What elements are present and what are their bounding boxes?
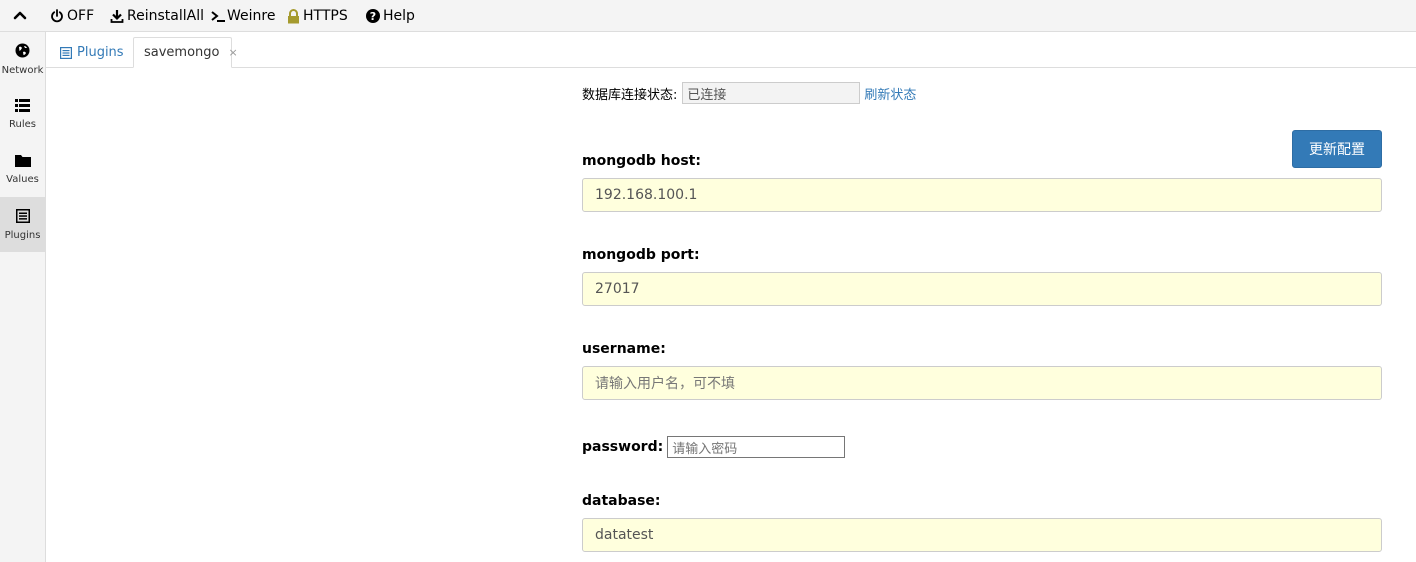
username-label: username:	[582, 341, 666, 357]
connection-status-label: 数据库连接状态:	[582, 87, 678, 103]
refresh-status-link[interactable]: 刷新状态	[864, 84, 916, 103]
update-config-button[interactable]: 更新配置	[1292, 130, 1382, 168]
sidebar-item-values[interactable]: Values	[0, 142, 45, 197]
weinre-label: Weinre	[227, 8, 276, 24]
https-label: HTTPS	[303, 8, 348, 24]
reinstall-all-button[interactable]: ReinstallAll	[110, 0, 204, 32]
lock-icon	[287, 8, 300, 24]
help-button[interactable]: ? Help	[366, 0, 415, 32]
host-label: mongodb host:	[582, 153, 701, 169]
sidebar-item-label: Rules	[9, 119, 36, 130]
tab-label: Plugins	[77, 45, 124, 60]
port-input[interactable]: 27017	[582, 272, 1382, 306]
power-icon	[50, 9, 64, 23]
connection-status-row: 数据库连接状态: 已连接 刷新状态	[582, 82, 916, 104]
tab-bar: Plugins savemongo ×	[46, 32, 1416, 68]
top-menubar: OFF ReinstallAll Weinre HTTPS ? Help	[0, 0, 1416, 32]
download-icon	[110, 9, 124, 23]
tab-plugins[interactable]: Plugins	[52, 37, 132, 68]
globe-icon	[15, 43, 30, 62]
connection-status-field: 已连接	[682, 82, 861, 104]
list-icon	[15, 99, 30, 116]
question-circle-icon: ?	[366, 9, 380, 23]
reinstall-all-label: ReinstallAll	[127, 8, 204, 24]
sidebar-item-rules[interactable]: Rules	[0, 87, 45, 142]
sidebar-item-network[interactable]: Network	[0, 32, 45, 87]
help-label: Help	[383, 8, 415, 24]
password-row: password: 请输入密码	[582, 436, 846, 458]
svg-text:?: ?	[370, 10, 376, 23]
close-icon[interactable]: ×	[229, 46, 238, 59]
tab-label: savemongo	[144, 45, 220, 60]
sidebar-item-label: Values	[6, 174, 39, 185]
database-label: database:	[582, 493, 661, 509]
left-sidebar: Network Rules Values Plugins	[0, 32, 46, 562]
password-input[interactable]: 请输入密码	[667, 436, 846, 458]
tab-savemongo[interactable]: savemongo ×	[133, 37, 238, 68]
terminal-icon	[211, 9, 225, 23]
weinre-button[interactable]: Weinre	[211, 0, 275, 32]
password-label: password:	[582, 439, 664, 455]
port-label: mongodb port:	[582, 247, 700, 263]
list-alt-icon	[15, 208, 30, 227]
sidebar-item-plugins[interactable]: Plugins	[0, 197, 45, 252]
folder-icon	[14, 154, 31, 171]
sidebar-item-label: Plugins	[4, 229, 41, 241]
collapse-menu-button[interactable]	[0, 0, 40, 32]
host-input[interactable]: 192.168.100.1	[582, 178, 1382, 212]
power-off-label: OFF	[67, 8, 95, 24]
chevron-up-icon	[13, 8, 27, 24]
sidebar-item-label: Network	[1, 65, 44, 76]
username-input[interactable]: 请输入用户名，可不填	[582, 366, 1382, 400]
list-alt-icon	[60, 46, 72, 59]
database-input[interactable]: datatest	[582, 518, 1382, 552]
https-button[interactable]: HTTPS	[287, 0, 348, 32]
power-off-button[interactable]: OFF	[50, 0, 94, 32]
